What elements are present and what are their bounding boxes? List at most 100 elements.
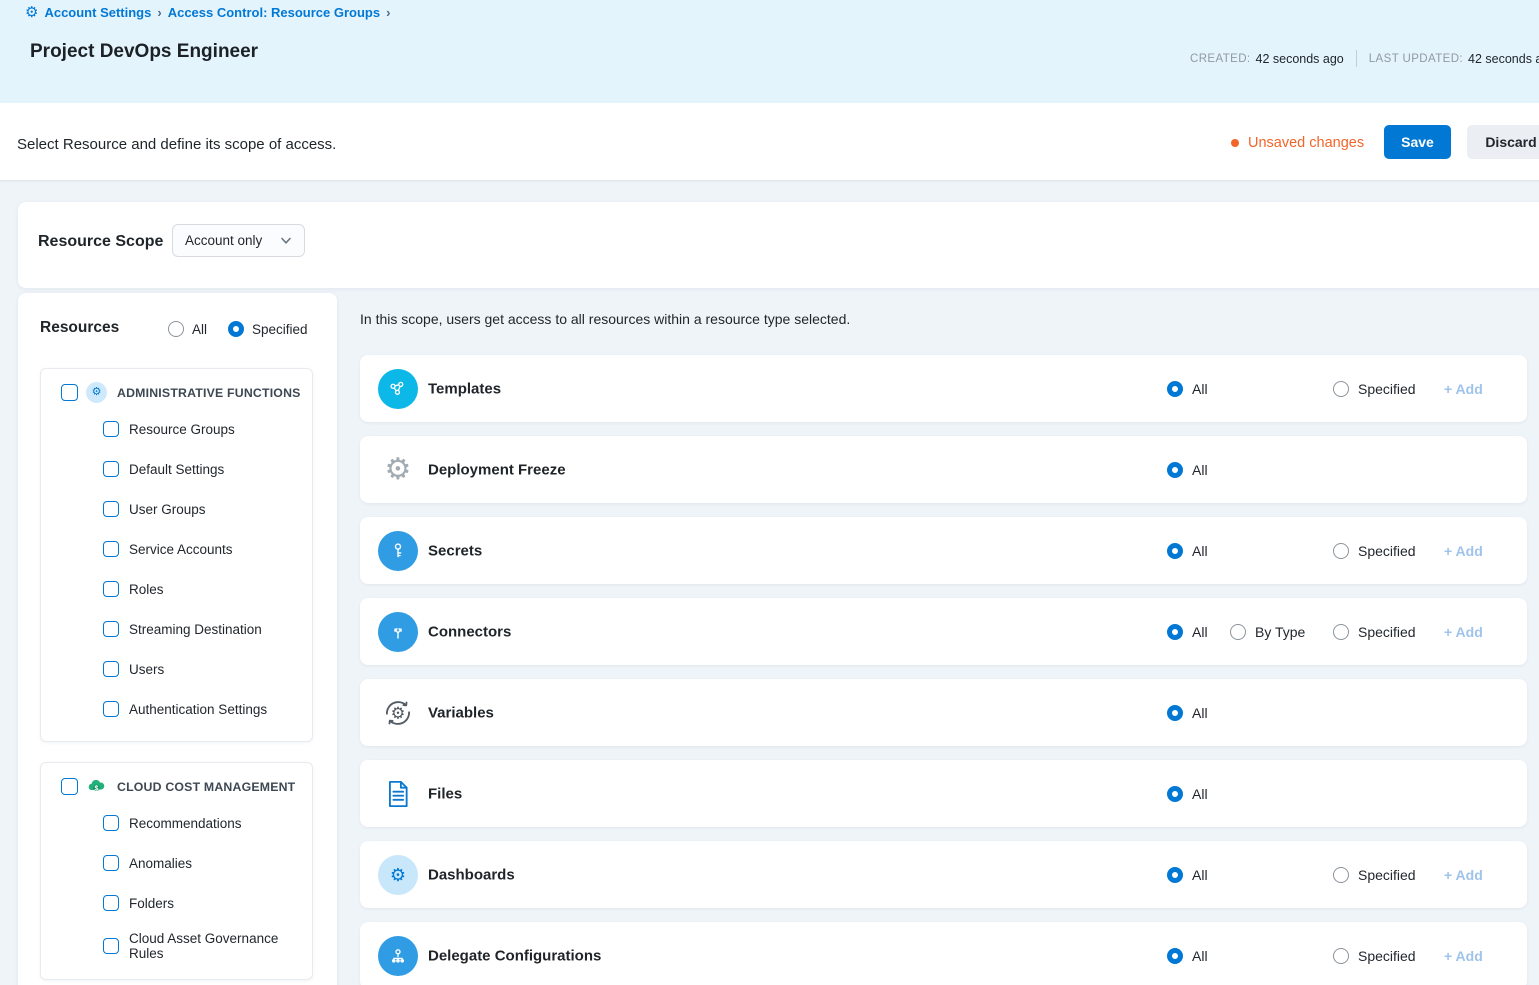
sidebar-item-user-groups[interactable]: User Groups xyxy=(103,501,206,517)
resource-group-page: ⚙ Account Settings › Access Control: Res… xyxy=(0,0,1539,985)
item-label: Authentication Settings xyxy=(129,702,267,717)
radio-specified-label[interactable]: Specified xyxy=(1358,381,1416,397)
group-checkbox-administrative-functions[interactable] xyxy=(61,384,78,401)
radio-all-label[interactable]: All xyxy=(1192,948,1208,964)
meta-divider xyxy=(1356,50,1357,67)
settings-gear-icon: ⚙ xyxy=(25,5,38,20)
resources-panel: Resources All Specified ⚙ ADMINISTRATIVE… xyxy=(18,293,337,985)
toolbar-description: Select Resource and define its scope of … xyxy=(17,136,336,153)
breadcrumb-link-access-control[interactable]: Access Control: Resource Groups xyxy=(168,5,380,20)
resources-radio-specified[interactable] xyxy=(228,321,244,337)
checkbox[interactable] xyxy=(103,541,119,557)
sidebar-item-default-settings[interactable]: Default Settings xyxy=(103,461,224,477)
radio-specified-label[interactable]: Specified xyxy=(1358,948,1416,964)
checkbox[interactable] xyxy=(103,815,119,831)
radio-specified[interactable] xyxy=(1333,381,1349,397)
checkbox[interactable] xyxy=(103,581,119,597)
radio-all-label[interactable]: All xyxy=(1192,381,1208,397)
unsaved-changes: Unsaved changes xyxy=(1231,135,1364,151)
radio-specified-label[interactable]: Specified xyxy=(1358,624,1416,640)
resource-scope-card: Resource Scope Account only xyxy=(18,202,1539,288)
radio-all-label[interactable]: All xyxy=(1192,462,1208,478)
add-button[interactable]: + Add xyxy=(1444,543,1483,559)
svg-text:$: $ xyxy=(95,784,99,792)
add-button[interactable]: + Add xyxy=(1444,948,1483,964)
checkbox[interactable] xyxy=(103,621,119,637)
radio-all[interactable] xyxy=(1167,624,1183,640)
add-button[interactable]: + Add xyxy=(1444,381,1483,397)
radio-specified[interactable] xyxy=(1333,624,1349,640)
checkbox[interactable] xyxy=(103,701,119,717)
sidebar-item-users[interactable]: Users xyxy=(103,661,164,677)
radio-by-type[interactable] xyxy=(1230,624,1246,640)
resource-row-variables: ⚙ Variables All xyxy=(360,679,1527,746)
group-title-cloud-cost-management: CLOUD COST MANAGEMENT xyxy=(117,780,295,794)
checkbox[interactable] xyxy=(103,661,119,677)
radio-all-label[interactable]: All xyxy=(1192,786,1208,802)
sidebar-item-service-accounts[interactable]: Service Accounts xyxy=(103,541,233,557)
resources-radio-all[interactable] xyxy=(168,321,184,337)
radio-all[interactable] xyxy=(1167,948,1183,964)
resource-row-secrets: Secrets All Specified + Add xyxy=(360,517,1527,584)
radio-all[interactable] xyxy=(1167,462,1183,478)
radio-specified[interactable] xyxy=(1333,948,1349,964)
checkbox[interactable] xyxy=(103,461,119,477)
resource-row-files: Files All xyxy=(360,760,1527,827)
sidebar-item-authentication-settings[interactable]: Authentication Settings xyxy=(103,701,267,717)
group-card-administrative-functions: ⚙ ADMINISTRATIVE FUNCTIONS Resource Grou… xyxy=(40,368,313,742)
radio-all-label[interactable]: All xyxy=(1192,867,1208,883)
radio-all[interactable] xyxy=(1167,786,1183,802)
group-checkbox-cloud-cost-management[interactable] xyxy=(61,778,78,795)
row-label: Dashboards xyxy=(428,866,515,883)
breadcrumb-link-account-settings[interactable]: Account Settings xyxy=(44,5,151,20)
row-label: Delegate Configurations xyxy=(428,947,601,964)
item-label: Resource Groups xyxy=(129,422,235,437)
radio-specified[interactable] xyxy=(1333,867,1349,883)
item-label: Folders xyxy=(129,896,174,911)
group-title-administrative-functions: ADMINISTRATIVE FUNCTIONS xyxy=(117,386,301,400)
radio-all[interactable] xyxy=(1167,381,1183,397)
unsaved-changes-label: Unsaved changes xyxy=(1248,135,1364,151)
delegate-configurations-icon xyxy=(378,936,418,976)
checkbox[interactable] xyxy=(103,855,119,871)
resources-radio-all-label[interactable]: All xyxy=(192,322,207,337)
item-label: Cloud Asset Governance Rules xyxy=(129,931,287,961)
row-label: Templates xyxy=(428,380,501,397)
connectors-icon xyxy=(378,612,418,652)
checkbox[interactable] xyxy=(103,895,119,911)
page-title: Project DevOps Engineer xyxy=(30,41,258,63)
administrative-functions-icon: ⚙ xyxy=(86,382,107,403)
resource-row-deployment-freeze: ⚙ Deployment Freeze All xyxy=(360,436,1527,503)
resources-radio-specified-label[interactable]: Specified xyxy=(252,322,308,337)
radio-all[interactable] xyxy=(1167,867,1183,883)
radio-all[interactable] xyxy=(1167,543,1183,559)
sidebar-item-roles[interactable]: Roles xyxy=(103,581,164,597)
item-label: Users xyxy=(129,662,164,677)
sidebar-item-cloud-asset-governance-rules[interactable]: Cloud Asset Governance Rules xyxy=(103,931,287,961)
radio-all-label[interactable]: All xyxy=(1192,543,1208,559)
sidebar-item-resource-groups[interactable]: Resource Groups xyxy=(103,421,235,437)
add-button[interactable]: + Add xyxy=(1444,867,1483,883)
sidebar-item-recommendations[interactable]: Recommendations xyxy=(103,815,242,831)
updated-label: LAST UPDATED: xyxy=(1369,53,1463,65)
sidebar-item-anomalies[interactable]: Anomalies xyxy=(103,855,192,871)
resource-scope-select[interactable]: Account only xyxy=(172,224,305,257)
sidebar-item-streaming-destination[interactable]: Streaming Destination xyxy=(103,621,262,637)
sidebar-item-folders[interactable]: Folders xyxy=(103,895,174,911)
save-button[interactable]: Save xyxy=(1384,125,1451,159)
discard-button[interactable]: Discard xyxy=(1467,125,1539,159)
radio-all[interactable] xyxy=(1167,705,1183,721)
checkbox[interactable] xyxy=(103,421,119,437)
add-button[interactable]: + Add xyxy=(1444,624,1483,640)
chevron-down-icon xyxy=(280,237,292,245)
radio-specified[interactable] xyxy=(1333,543,1349,559)
files-icon xyxy=(378,774,418,814)
radio-specified-label[interactable]: Specified xyxy=(1358,867,1416,883)
radio-all-label[interactable]: All xyxy=(1192,624,1208,640)
radio-by-type-label[interactable]: By Type xyxy=(1255,624,1305,640)
radio-specified-label[interactable]: Specified xyxy=(1358,543,1416,559)
radio-all-label[interactable]: All xyxy=(1192,705,1208,721)
checkbox[interactable] xyxy=(103,501,119,517)
checkbox[interactable] xyxy=(103,938,119,954)
unsaved-dot-icon xyxy=(1231,139,1239,147)
